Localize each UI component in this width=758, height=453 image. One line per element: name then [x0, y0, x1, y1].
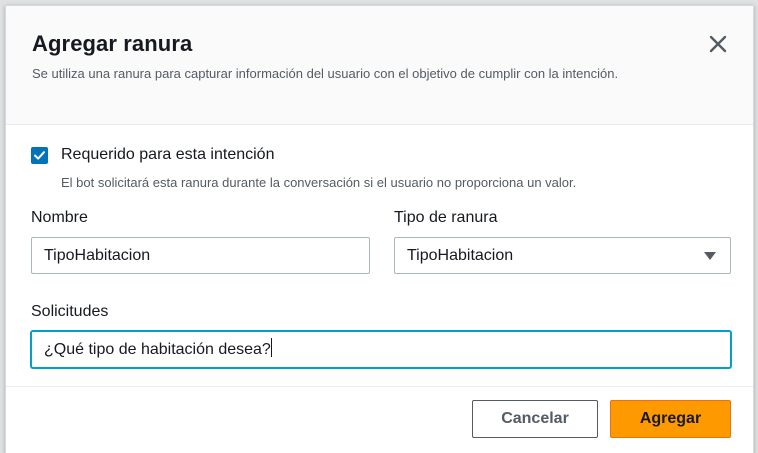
dialog-title: Agregar ranura	[32, 31, 193, 56]
name-label: Nombre	[31, 209, 88, 226]
text-cursor	[270, 338, 272, 357]
dialog-subtitle: Se utiliza una ranura para capturar info…	[32, 66, 619, 81]
checkmark-icon	[34, 151, 45, 160]
required-description: El bot solicitará esta ranura durante la…	[61, 175, 577, 190]
prompts-input[interactable]: ¿Qué tipo de habitación desea?	[31, 331, 731, 368]
prompts-input-text: ¿Qué tipo de habitación desea?	[44, 341, 271, 358]
prompts-label: Solicitudes	[31, 303, 109, 320]
footer-divider	[6, 386, 753, 387]
required-label[interactable]: Requerido para esta intención	[61, 146, 274, 164]
caret-down-icon	[704, 252, 716, 260]
slot-type-select[interactable]: TipoHabitacion	[394, 237, 731, 274]
cancel-button[interactable]: Cancelar	[472, 400, 598, 438]
add-slot-dialog: Agregar ranura Se utiliza una ranura par…	[5, 5, 754, 453]
add-button[interactable]: Agregar	[610, 400, 731, 438]
required-checkbox[interactable]	[31, 147, 48, 164]
name-input[interactable]: TipoHabitacion	[31, 237, 370, 274]
slot-type-selected-value: TipoHabitacion	[407, 247, 514, 264]
dialog-header: Agregar ranura Se utiliza una ranura par…	[6, 6, 753, 125]
slot-type-label: Tipo de ranura	[394, 209, 498, 226]
close-button[interactable]	[705, 31, 731, 57]
close-icon	[709, 35, 727, 53]
